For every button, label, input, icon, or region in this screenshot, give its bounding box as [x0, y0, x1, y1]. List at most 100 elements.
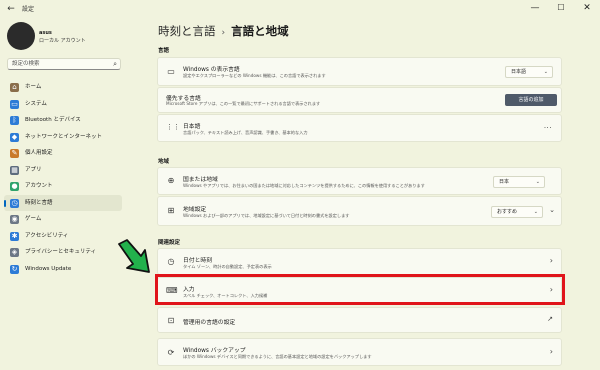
sidebar-item[interactable]: ▦ アプリ [4, 162, 122, 179]
japanese-language-card[interactable]: ⋮⋮ 日本語 言語パック、テキスト読み上げ、音声認識、手書き、基本的な入力 ··… [157, 114, 562, 142]
admin-language-icon: ⊡ [167, 316, 175, 325]
regional-format-desc: Windows および一部のアプリでは、地域設定に基づいて日付と時刻の書式を設定… [183, 213, 350, 218]
wifi-icon: ◆ [10, 132, 19, 142]
green-arrow-annotation [118, 239, 150, 273]
display-language-dropdown[interactable]: 日本語 ⌄ [505, 66, 553, 78]
sidebar-item[interactable]: ◈ プライバシーとセキュリティ [4, 244, 122, 261]
sidebar-item[interactable]: ▭ システム [4, 96, 122, 113]
sidebar-item[interactable]: ✎ 個人用設定 [4, 145, 122, 162]
input-settings-title: 入力 [183, 287, 195, 293]
language-icon: ⋮⋮ [166, 123, 180, 131]
sidebar-item[interactable]: ◷ 時刻と言語 [4, 194, 122, 211]
search-icon: ⌕ [113, 60, 117, 68]
admin-language-title: 管理用の言語の設定 [183, 320, 236, 326]
preferred-languages-desc: Microsoft Store アプリは、この一覧で最初にサポートされる言語で表… [166, 101, 321, 106]
sidebar-item-label: ネットワークとインターネット [25, 133, 103, 140]
sidebar-item-label: ホーム [25, 84, 42, 90]
gamepad-icon: ◉ [10, 215, 19, 224]
sidebar-item[interactable]: ● アカウント [4, 178, 122, 195]
chevron-down-icon: ⌄ [533, 209, 538, 215]
chevron-right-icon: › [549, 347, 553, 356]
windows-backup-title: Windows バックアップ [183, 348, 246, 354]
input-settings-desc: スペル チェック、オートコレクト、入力候補 [183, 293, 268, 298]
input-settings-card[interactable]: ⌨ 入力 スペル チェック、オートコレクト、入力候補 › [157, 277, 562, 304]
regional-format-icon: ⊞ [167, 206, 175, 215]
regional-format-title: 地域設定 [183, 207, 207, 213]
sidebar-item-label: アプリ [25, 166, 42, 173]
title-bar: ← 設定 — ☐ ✕ [0, 0, 600, 18]
chevron-right-icon: › [549, 285, 553, 294]
search-input[interactable]: 設定の検索 ⌕ [7, 58, 121, 70]
sidebar-item[interactable]: ⌂ ホーム [4, 79, 122, 96]
preferred-languages-card: 優先する言語 Microsoft Store アプリは、この一覧で最初にサポート… [157, 87, 562, 113]
maximize-button[interactable]: ☐ [548, 0, 574, 16]
keyboard-icon: ⌨ [166, 286, 178, 295]
update-icon: ↻ [10, 264, 19, 274]
monitor-icon: ▭ [167, 67, 175, 76]
sidebar-item-label: 時刻と言語 [25, 199, 53, 206]
search-placeholder: 設定の検索 [12, 61, 40, 67]
chevron-down-icon: ⌄ [543, 69, 548, 75]
more-options-icon[interactable]: ··· [544, 124, 552, 132]
breadcrumb: 時刻と言語 › 言語と地域 [158, 23, 289, 39]
display-language-desc: 設定やエクスプローラーなどの Windows 機能は、この言語で表示されます [183, 73, 326, 78]
date-time-desc: タイム ゾーン、時計の自動設定、予定表の表示 [183, 264, 272, 269]
chevron-right-icon: › [549, 256, 553, 265]
brush-icon: ✎ [10, 149, 19, 158]
sidebar-item-label: アクセシビリティ [25, 232, 69, 239]
back-arrow-icon[interactable]: ← [4, 2, 18, 16]
home-icon: ⌂ [10, 83, 19, 92]
minimize-button[interactable]: — [522, 0, 548, 16]
japanese-language-desc: 言語パック、テキスト読み上げ、音声認識、手書き、基本的な入力 [183, 130, 308, 135]
globe-icon: ⊕ [167, 176, 175, 185]
monitor-icon: ▭ [10, 99, 19, 109]
sidebar-item-label: Windows Update [25, 265, 72, 272]
external-link-icon: ↗ [547, 315, 553, 323]
apps-icon: ▦ [10, 165, 19, 175]
sidebar-item[interactable]: ᛒ Bluetooth とデバイス [4, 112, 122, 129]
calendar-clock-icon: ◷ [167, 257, 175, 266]
sidebar-item[interactable]: ✱ アクセシビリティ [4, 228, 122, 245]
sidebar-item-label: プライバシーとセキュリティ [25, 249, 97, 255]
expand-chevron-icon[interactable]: ⌄ [549, 206, 555, 214]
sidebar-nav: ⌂ ホーム ▭ システム ᛒ Bluetooth とデバイス ◆ ネットワークとインターネット… [4, 79, 122, 277]
sidebar-item[interactable]: ◆ ネットワークとインターネット [4, 129, 122, 146]
country-region-desc: Windows やアプリでは、お住まいの国または地域に対応したコンテンツを提供す… [183, 183, 425, 188]
sidebar-item[interactable]: ↻ Windows Update [4, 261, 122, 278]
japanese-language-title: 日本語 [183, 124, 201, 130]
page-title: 言語と地域 [231, 24, 289, 38]
display-language-title: Windows の表示言語 [183, 67, 240, 73]
sidebar-item[interactable]: ◉ ゲーム [4, 211, 122, 228]
section-language-label: 言語 [158, 48, 170, 54]
sidebar-item-label: ゲーム [25, 216, 42, 222]
sidebar-item-label: Bluetooth とデバイス [25, 117, 81, 123]
regional-format-card[interactable]: ⊞ 地域設定 Windows および一部のアプリでは、地域設定に基づいて日付と時… [157, 196, 562, 226]
account-icon: ● [10, 182, 19, 191]
app-title: 設定 [22, 6, 35, 13]
add-language-button[interactable]: 言語の追加 [505, 94, 557, 106]
country-region-card: ⊕ 国または地域 Windows やアプリでは、お住まいの国または地域に対応した… [157, 167, 562, 195]
sidebar-item-label: 個人用設定 [25, 150, 53, 156]
country-region-dropdown[interactable]: 日本 ⌄ [493, 176, 545, 188]
clock-globe-icon: ◷ [10, 198, 19, 208]
display-language-value: 日本語 [511, 69, 527, 75]
bluetooth-icon: ᛒ [10, 116, 19, 125]
country-region-title: 国または地域 [183, 177, 218, 183]
settings-window: ← 設定 — ☐ ✕ asus ローカル アカウント 設定の検索 ⌕ ⌂ ホーム ▭… [0, 0, 600, 370]
date-time-card[interactable]: ◷ 日付と時刻 タイム ゾーン、時計の自動設定、予定表の表示 › [157, 248, 562, 275]
chevron-down-icon: ⌄ [535, 179, 540, 185]
breadcrumb-parent[interactable]: 時刻と言語 [158, 24, 216, 38]
section-region-label: 地域 [158, 159, 170, 165]
display-language-card: ▭ Windows の表示言語 設定やエクスプローラーなどの Windows 機… [157, 57, 562, 86]
close-button[interactable]: ✕ [574, 0, 600, 16]
chevron-right-icon: › [221, 28, 226, 38]
regional-format-value: おすすめ [497, 209, 518, 215]
regional-format-dropdown[interactable]: おすすめ ⌄ [491, 206, 543, 218]
windows-backup-card[interactable]: ⟳ Windows バックアップ ほかの Windows デバイスと同期できるよ… [157, 338, 562, 366]
admin-language-card[interactable]: ⊡ 管理用の言語の設定 ↗ [157, 307, 562, 333]
account-type: ローカル アカウント [39, 38, 86, 44]
avatar [7, 22, 35, 50]
section-related-label: 関連設定 [158, 240, 181, 246]
country-region-value: 日本 [499, 179, 510, 185]
backup-icon: ⟳ [167, 348, 175, 357]
